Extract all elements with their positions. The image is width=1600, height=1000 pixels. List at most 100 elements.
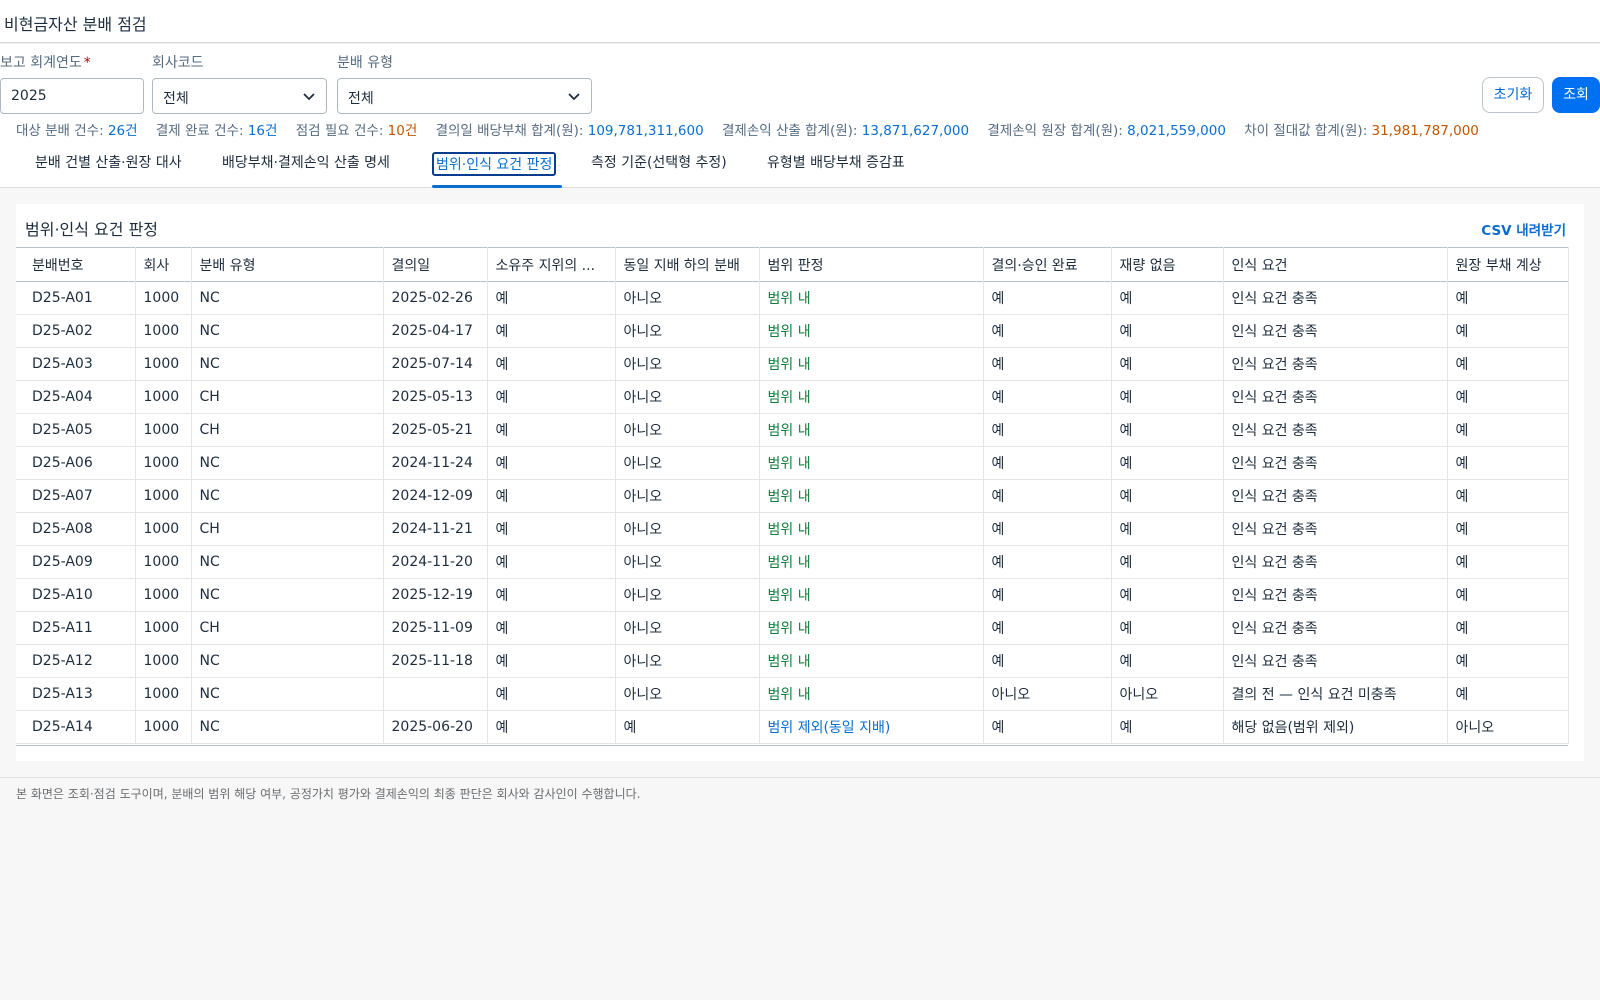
column-header[interactable]: 동일 지배 하의 분배 [615,247,760,282]
table-row[interactable]: D25-A02 1000 NC 2025-04-17 예 아니오 범위 내 예 예 인식 요건 충… [16,314,1569,348]
table-row[interactable]: D25-A11 1000 CH 2025-11-09 예 아니오 범위 내 예 예 인식 요건 충… [16,611,1569,645]
table-cell: D25-A05 [16,413,136,447]
table-cell: 예 [1447,446,1569,480]
scope-recognition-panel: 범위·인식 요건 판정 CSV 내려받기 분배번호 회사 분배 유형 결의일 소유주 지… [16,204,1584,761]
table-cell: 예 [983,413,1112,447]
active-tab-indicator [432,185,562,188]
table-cell: 아니오 [615,677,760,711]
kpi-label: 점검 필요 건수: [295,123,384,139]
table-cell: D25-A14 [16,710,136,744]
page-title: 비현금자산 분배 점검 [4,15,147,34]
column-header[interactable]: 분배 유형 [191,247,384,282]
table-cell: 2024-12-09 [383,479,488,513]
table-cell: 2025-11-09 [383,611,488,645]
column-header[interactable]: 회사 [135,247,192,282]
table-cell: 2025-04-17 [383,314,488,348]
table-row[interactable]: D25-A03 1000 NC 2025-07-14 예 아니오 범위 내 예 예 인식 요건 충… [16,347,1569,381]
table-cell: D25-A06 [16,446,136,480]
table-cell: 예 [1111,611,1224,645]
table-cell: 예 [1111,545,1224,579]
table-cell: D25-A02 [16,314,136,348]
column-header[interactable]: 소유주 지위의 ... [487,247,616,282]
table-cell: NC [191,281,384,315]
dist-type-select[interactable]: 전체 [337,78,592,114]
table-cell: 예 [1111,347,1224,381]
table-cell: 1000 [135,446,192,480]
table-cell: D25-A11 [16,611,136,645]
csv-download-link[interactable]: CSV 내려받기 [1481,219,1566,239]
table-cell: 인식 요건 충족 [1223,578,1448,612]
column-header[interactable]: 원장 부채 계상 [1447,247,1569,282]
table-cell: 아니오 [615,545,760,579]
chevron-down-icon [303,93,315,101]
column-header[interactable]: 재량 없음 [1111,247,1224,282]
tab-calculation-detail[interactable]: 배당부채·결제손익 산출 명세 [222,152,390,176]
tab-reconciliation[interactable]: 분배 건별 산출·원장 대사 [35,152,182,176]
tab-liability-rollforward[interactable]: 유형별 배당부채 증감표 [767,152,905,176]
table-cell: 범위 내 [759,314,984,348]
table-bottom-border [16,745,1568,746]
table-cell: 아니오 [615,347,760,381]
year-input[interactable]: 2025 [0,78,144,114]
table-cell: 2024-11-24 [383,446,488,480]
table-cell: 2025-11-18 [383,644,488,678]
column-header[interactable]: 분배번호 [16,247,136,282]
kpi-value: 26건 [107,123,138,139]
table-cell: 인식 요건 충족 [1223,479,1448,513]
column-header[interactable]: 결의·승인 완료 [983,247,1112,282]
table-cell: 아니오 [983,677,1112,711]
table-cell: 인식 요건 충족 [1223,446,1448,480]
table-cell: 아니오 [1447,710,1569,744]
table-row[interactable]: D25-A14 1000 NC 2025-06-20 예 예 범위 제외(동일 지배) 예 예 해… [16,710,1569,744]
table-cell: 범위 내 [759,578,984,612]
table-cell: 예 [983,611,1112,645]
table-cell: 예 [983,545,1112,579]
kpi-value: 31,981,787,000 [1371,123,1479,139]
table-cell: 아니오 [615,446,760,480]
table-cell: 아니오 [1111,677,1224,711]
table-cell: 범위 내 [759,413,984,447]
table-row[interactable]: D25-A08 1000 CH 2024-11-21 예 아니오 범위 내 예 예 인식 요건 충… [16,512,1569,546]
table-cell: 예 [487,545,616,579]
tab-scope-recognition[interactable]: 범위·인식 요건 판정 [432,152,557,176]
table-cell: D25-A01 [16,281,136,315]
kpi-summary: 대상 분배 건수: 26건 결제 완료 건수: 16건 점검 필요 건수: 10… [0,118,1600,144]
kpi-value: 16건 [247,123,278,139]
table-row[interactable]: D25-A13 1000 NC 예 아니오 범위 내 아니오 아니오 결의 전 — 인식 요건 … [16,677,1569,711]
filter-bar: 보고 회계연도 * 2025 회사코드 전체 분배 유형 전체 초기화 조회 [0,44,1600,118]
table-row[interactable]: D25-A07 1000 NC 2024-12-09 예 아니오 범위 내 예 예 인식 요건 충… [16,479,1569,513]
table-row[interactable]: D25-A01 1000 NC 2025-02-26 예 아니오 범위 내 예 예 인식 요건 충… [16,281,1569,315]
column-header[interactable]: 인식 요건 [1223,247,1448,282]
table-cell: 범위 내 [759,611,984,645]
table-cell: 범위 내 [759,479,984,513]
column-header[interactable]: 범위 판정 [759,247,984,282]
table-cell: 2025-12-19 [383,578,488,612]
company-select[interactable]: 전체 [152,78,327,114]
table-row[interactable]: D25-A12 1000 NC 2025-11-18 예 아니오 범위 내 예 예 인식 요건 충… [16,644,1569,678]
table-cell: 예 [1111,413,1224,447]
table-cell: D25-A10 [16,578,136,612]
table-row[interactable]: D25-A09 1000 NC 2024-11-20 예 아니오 범위 내 예 예 인식 요건 충… [16,545,1569,579]
tab-measurement-basis[interactable]: 측정 기준(선택형 추정) [591,152,727,176]
table-cell: 예 [1447,281,1569,315]
table-cell: NC [191,446,384,480]
table-row[interactable]: D25-A04 1000 CH 2025-05-13 예 아니오 범위 내 예 예 인식 요건 충… [16,380,1569,414]
table-cell: 예 [1111,710,1224,744]
table-cell: 예 [983,479,1112,513]
table-row[interactable]: D25-A06 1000 NC 2024-11-24 예 아니오 범위 내 예 예 인식 요건 충… [16,446,1569,480]
table-cell: 범위 제외(동일 지배) [759,710,984,744]
table-cell: D25-A04 [16,380,136,414]
table-body: D25-A01 1000 NC 2025-02-26 예 아니오 범위 내 예 예 인식 요건 충… [16,281,1569,744]
table-cell: 예 [983,512,1112,546]
table-cell: 1000 [135,611,192,645]
table-cell: 아니오 [615,314,760,348]
table-cell: 1000 [135,413,192,447]
kpi-label: 대상 분배 건수: [16,123,104,139]
table-row[interactable]: D25-A05 1000 CH 2025-05-21 예 아니오 범위 내 예 예 인식 요건 충… [16,413,1569,447]
reset-button[interactable]: 초기화 [1482,77,1544,113]
table-cell: 예 [983,347,1112,381]
column-header[interactable]: 결의일 [383,247,488,282]
go-button[interactable]: 조회 [1552,77,1600,113]
table-cell: 인식 요건 충족 [1223,413,1448,447]
table-row[interactable]: D25-A10 1000 NC 2025-12-19 예 아니오 범위 내 예 예 인식 요건 충… [16,578,1569,612]
